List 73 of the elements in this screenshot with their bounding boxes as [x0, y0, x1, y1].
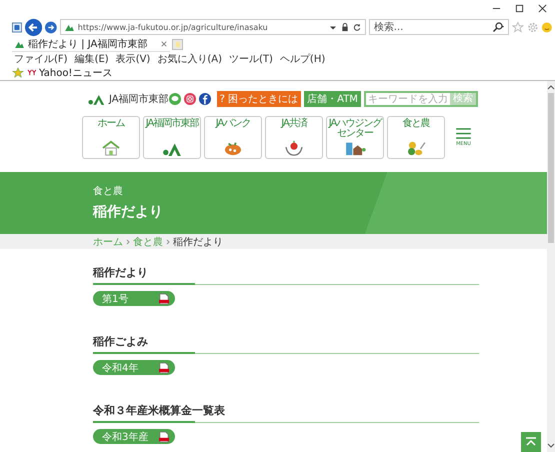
breadcrumb-item[interactable]: ホーム [93, 234, 123, 248]
breadcrumb-item[interactable]: 食と農 [133, 234, 163, 248]
section-heading: 令和３年産米概算金一覧表 [93, 403, 226, 418]
section-heading: 稲作ごよみ [93, 334, 149, 349]
banner-title: 稲作だより [93, 203, 164, 221]
facebook-icon[interactable] [198, 93, 211, 105]
scroll-up-icon[interactable] [547, 84, 555, 90]
separator-icon [126, 238, 130, 244]
pdf-download-button[interactable]: 令和3年産 [93, 429, 175, 444]
forward-icon[interactable] [45, 20, 57, 34]
back-icon[interactable] [24, 18, 42, 36]
hands-apple-icon [283, 140, 305, 156]
nav-tile[interactable]: JA共済 [265, 116, 323, 159]
nav-label: JAハウジングセンター [327, 119, 383, 139]
search-icon[interactable] [492, 22, 504, 32]
menu-item[interactable]: お気に入り(A) [157, 52, 222, 65]
lock-icon [340, 22, 349, 32]
pdf-file-icon [159, 362, 169, 374]
menu-icon [456, 128, 471, 139]
favorites-star-icon[interactable] [12, 66, 24, 78]
nav-label: 食と農 [402, 119, 430, 129]
pdf-file-icon [159, 292, 169, 304]
page-icon[interactable] [12, 22, 22, 32]
separator-icon [166, 238, 170, 244]
leaf-icon [64, 24, 74, 30]
url-text: https://www.ja-fukutou.or.jp/agriculture/inasaku [78, 22, 269, 32]
close-icon[interactable] [161, 41, 168, 47]
site-name: JA福岡市東部 [109, 92, 169, 106]
browser-search-field[interactable]: 検索... [368, 19, 509, 35]
instagram-icon[interactable] [184, 93, 196, 105]
back-to-top-button[interactable] [521, 432, 541, 452]
menu-item[interactable]: ツール(T) [229, 52, 273, 65]
menu-item[interactable]: 編集(E) [74, 52, 109, 65]
up-chevron-icon [525, 437, 537, 447]
pdf-file-icon [159, 430, 169, 442]
nav-label: JA福岡市東部 [146, 119, 198, 129]
nav-label: JA共済 [281, 119, 307, 129]
buildings-icon [344, 140, 366, 156]
store-atm-button[interactable]: 店舗・ATM [304, 91, 361, 107]
menu-item[interactable]: ヘルプ(H) [280, 52, 326, 65]
nav-tile[interactable]: JAハウジングセンター [326, 116, 384, 159]
close-icon[interactable] [538, 4, 547, 13]
favorite-link[interactable]: Yahoo!ニュース [39, 66, 112, 80]
vegetables-icon [405, 140, 427, 156]
smiley-icon[interactable] [541, 20, 553, 34]
site-search-field[interactable]: キーワードを入力 検索 [364, 91, 478, 107]
scroll-down-icon[interactable] [547, 443, 555, 449]
nav-tile[interactable]: 食と農 [387, 116, 445, 159]
pdf-download-button[interactable]: 第1号 [93, 291, 175, 306]
nav-tile[interactable]: ホーム [82, 116, 140, 159]
menu-item[interactable]: 表示(V) [116, 52, 150, 65]
nav-label: JAバンク [216, 119, 250, 129]
pdf-download-button[interactable]: 令和4年 [93, 360, 175, 375]
ja-logo-icon [88, 94, 106, 104]
yahoo-icon [27, 69, 36, 76]
address-bar[interactable]: https://www.ja-fukutou.or.jp/agriculture/inasaku [60, 19, 366, 35]
star-icon[interactable] [512, 20, 524, 34]
help-button[interactable]: ? 困ったときには [216, 91, 302, 107]
banner-category: 食と農 [93, 184, 124, 198]
maximize-icon[interactable] [515, 4, 524, 13]
scrollbar[interactable] [547, 81, 555, 452]
piggy-bank-icon [222, 140, 244, 156]
browser-tab[interactable]: 稲作だより | JA福岡市東部 [12, 38, 170, 52]
section-heading: 稲作だより [93, 265, 149, 280]
refresh-icon[interactable] [352, 22, 361, 32]
leaf-icon [15, 40, 24, 48]
tab-title: 稲作だより | JA福岡市東部 [28, 38, 148, 51]
nav-tile[interactable]: JA福岡市東部 [143, 116, 201, 159]
house-icon [100, 140, 122, 156]
nav-label: ホーム [98, 119, 124, 129]
nav-tile[interactable]: JAバンク [204, 116, 262, 159]
menu-item[interactable]: ファイル(F) [14, 52, 68, 65]
breadcrumb-item: 稲作だより [173, 236, 223, 248]
